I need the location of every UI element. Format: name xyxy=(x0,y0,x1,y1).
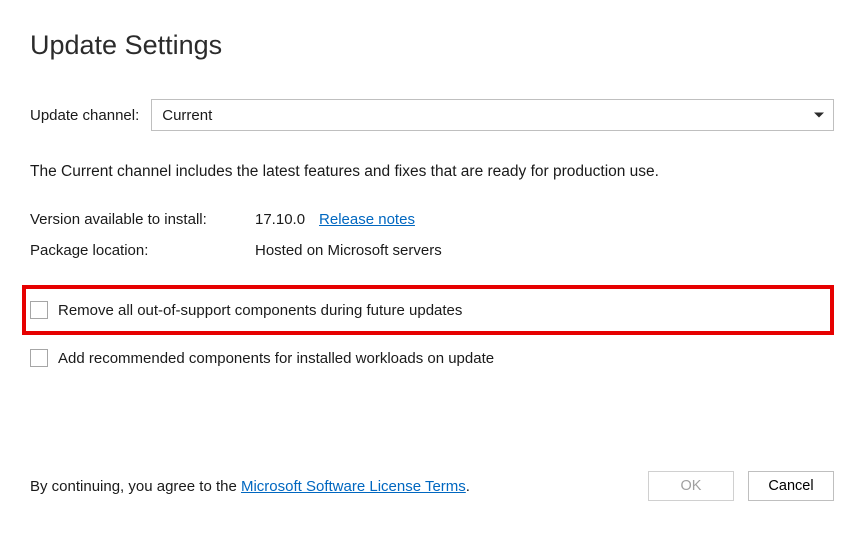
cancel-button[interactable]: Cancel xyxy=(748,471,834,501)
remove-oos-checkbox[interactable] xyxy=(30,301,48,319)
footer: By continuing, you agree to the Microsof… xyxy=(30,471,834,501)
package-location-value: Hosted on Microsoft servers xyxy=(255,242,834,259)
version-available-value: 17.10.0 Release notes xyxy=(255,211,834,228)
channel-description: The Current channel includes the latest … xyxy=(30,163,834,181)
checkbox-row-remove-oos: Remove all out-of-support components dur… xyxy=(30,295,822,325)
license-terms-link[interactable]: Microsoft Software License Terms xyxy=(241,478,466,495)
ok-button[interactable]: OK xyxy=(648,471,734,501)
version-available-label: Version available to install: xyxy=(30,211,255,228)
checkbox-row-add-recommended: Add recommended components for installed… xyxy=(30,343,834,373)
package-location-label: Package location: xyxy=(30,242,255,259)
info-grid: Version available to install: 17.10.0 Re… xyxy=(30,211,834,259)
dialog-buttons: OK Cancel xyxy=(648,471,834,501)
update-channel-row: Update channel: Current xyxy=(30,99,834,131)
highlight-remove-oos: Remove all out-of-support components dur… xyxy=(22,285,834,335)
update-channel-value[interactable]: Current xyxy=(151,99,834,131)
update-channel-select[interactable]: Current xyxy=(151,99,834,131)
update-channel-label: Update channel: xyxy=(30,107,139,124)
page-title: Update Settings xyxy=(30,30,834,61)
version-number: 17.10.0 xyxy=(255,211,305,228)
add-recommended-checkbox[interactable] xyxy=(30,349,48,367)
release-notes-link[interactable]: Release notes xyxy=(319,211,415,228)
add-recommended-label[interactable]: Add recommended components for installed… xyxy=(58,350,494,367)
license-agreement-text: By continuing, you agree to the Microsof… xyxy=(30,478,470,495)
agree-prefix: By continuing, you agree to the xyxy=(30,478,241,495)
remove-oos-label[interactable]: Remove all out-of-support components dur… xyxy=(58,302,462,319)
agree-period: . xyxy=(466,478,470,495)
